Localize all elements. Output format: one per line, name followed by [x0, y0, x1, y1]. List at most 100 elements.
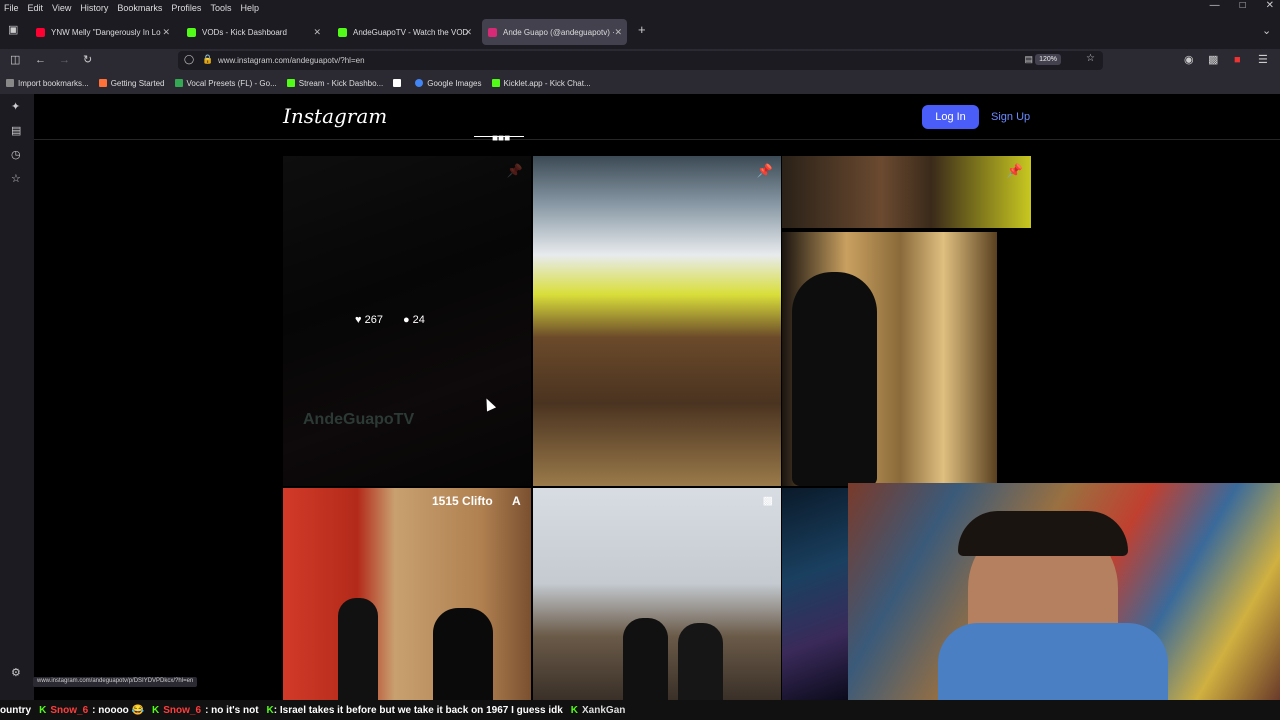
streamer-shirt — [938, 623, 1168, 700]
url-bar[interactable]: ◯ 🔒 www.instagram.com/andeguapotv/?hl=en… — [178, 51, 1103, 70]
extensions-icon[interactable]: ▩ — [1208, 54, 1218, 66]
webcam-overlay — [848, 483, 1280, 700]
menu-profiles[interactable]: Profiles — [171, 3, 201, 13]
reader-view-icon[interactable]: ▤ — [1024, 54, 1033, 65]
tab-list-chevron-icon[interactable]: ⌄ — [1262, 25, 1271, 37]
bookmark-kicklet[interactable]: Kicklet.app - Kick Chat... — [491, 79, 591, 88]
tab-ynw-melly[interactable]: YNW Melly "Dangerously In Lo ✕ — [30, 19, 175, 45]
sidebar-toggle-icon[interactable]: ◫ — [10, 54, 20, 66]
shield-icon[interactable]: ◯ — [184, 54, 194, 65]
post-tile-park[interactable]: ▩ — [533, 488, 781, 700]
url-text: www.instagram.com/andeguapotv/?hl=en — [218, 56, 365, 65]
import-icon — [6, 79, 14, 87]
reload-icon[interactable]: ↻ — [83, 54, 92, 66]
zoom-level[interactable]: 120% — [1035, 54, 1061, 65]
post-tile-hotel[interactable] — [782, 232, 997, 486]
menu-tools[interactable]: Tools — [210, 3, 231, 13]
history-clock-icon[interactable]: ◷ — [11, 148, 21, 161]
window-controls: — □ ✕ — [1210, 0, 1274, 15]
close-tab-icon[interactable]: ✕ — [162, 27, 170, 38]
minimize-icon[interactable]: — — [1210, 0, 1220, 15]
post-tile-food[interactable]: 📌 — [533, 156, 781, 486]
ai-sparkle-icon[interactable]: ✦ — [11, 100, 20, 113]
pinned-icon: 📌 — [756, 163, 773, 178]
extension-badge-icon[interactable]: ■ — [1234, 54, 1241, 66]
person-silhouette — [678, 623, 723, 700]
chat-message: : noooo 😂 — [92, 704, 145, 716]
signup-link[interactable]: Sign Up — [991, 105, 1030, 129]
status-bar-url: www.instagram.com/andeguapotv/p/DSIYDVPD… — [33, 677, 198, 687]
post-tile-club[interactable] — [782, 488, 852, 700]
google-icon — [415, 79, 424, 87]
comments: ● 24 — [402, 314, 425, 326]
reel-icon: ▩ — [762, 495, 773, 507]
lock-icon[interactable]: 🔒 — [202, 54, 213, 65]
back-icon[interactable]: ← — [35, 54, 46, 66]
pinned-icon: 📌 — [1006, 163, 1023, 178]
post-tile-street[interactable]: 1515 Clifto A — [283, 488, 531, 700]
bookmark-getting-started[interactable]: Getting Started — [98, 79, 165, 88]
new-tab-button[interactable]: + — [638, 23, 646, 36]
address-text: 1515 Clifto — [432, 494, 493, 508]
likes: ♥ 267 — [355, 314, 383, 326]
menu-edit[interactable]: Edit — [28, 3, 44, 13]
nav-bar: ◫ ← → ↻ ◯ 🔒 www.instagram.com/andeguapot… — [0, 49, 1280, 72]
bookmarks-bar: Import bookmarks... Getting Started Voca… — [0, 72, 1280, 94]
close-tab-icon[interactable]: ✕ — [464, 27, 472, 38]
bookmark-import[interactable]: Import bookmarks... — [6, 79, 89, 88]
menu-hamburger-icon[interactable]: ☰ — [1258, 54, 1268, 66]
streamer-hair — [958, 511, 1128, 556]
bookmark-stream-kick[interactable]: Stream - Kick Dashbo... — [286, 79, 383, 88]
figure-silhouette — [792, 272, 877, 486]
synced-tabs-icon[interactable]: ▤ — [11, 124, 21, 137]
tab-title: Ande Guapo (@andeguapotv) · — [503, 27, 615, 37]
kick-icon: K — [266, 704, 274, 716]
menu-file[interactable]: File — [4, 3, 19, 13]
bookmark-s[interactable] — [393, 79, 405, 87]
bookmarks-star-icon[interactable]: ☆ — [11, 172, 21, 185]
kick-icon — [187, 27, 196, 37]
menu-history[interactable]: History — [80, 3, 108, 13]
kick-icon — [338, 27, 347, 37]
youtube-icon — [36, 27, 45, 37]
browser-sidebar: ✦ ▤ ◷ ☆ ⚙ — [0, 94, 34, 700]
tab-instagram[interactable]: Ande Guapo (@andeguapotv) · ✕ — [482, 19, 627, 45]
close-window-icon[interactable]: ✕ — [1266, 0, 1274, 15]
bookmark-star-icon[interactable]: ☆ — [1086, 53, 1095, 64]
ticker-pre: ountry — [0, 704, 32, 716]
menu-bar: File Edit View History Bookmarks Profile… — [0, 0, 1280, 15]
watermark: AndeGuapoTV — [303, 411, 415, 428]
tab-andeguapotv-vod[interactable]: AndeGuapoTV - Watch the VOD ✕ — [332, 19, 477, 45]
account-icon[interactable]: ◉ — [1184, 54, 1194, 66]
kick-icon — [286, 79, 295, 87]
tab-overview-icon[interactable]: ▣ — [8, 24, 18, 36]
close-tab-icon[interactable]: ✕ — [614, 27, 622, 38]
bookmark-google-images[interactable]: Google Images — [415, 79, 482, 88]
menu-help[interactable]: Help — [240, 3, 259, 13]
login-button[interactable]: Log In — [922, 105, 979, 129]
chat-username: Snow_6 — [50, 704, 89, 716]
tab-vods-kick[interactable]: VODs - Kick Dashboard ✕ — [181, 19, 326, 45]
forward-icon[interactable]: → — [59, 54, 70, 66]
grid-icon[interactable]: ■■■ — [492, 134, 510, 144]
ig-header: Instagram ■■■ Log In Sign Up — [34, 94, 1280, 144]
tab-title: YNW Melly "Dangerously In Lo — [51, 27, 161, 37]
kick-icon: K — [570, 704, 579, 716]
chat-message: : Israel takes it before but we take it … — [273, 704, 563, 716]
sidebar-settings-gear-icon[interactable]: ⚙ — [11, 666, 21, 679]
kick-icon: K — [39, 704, 47, 716]
drive-icon — [174, 79, 183, 87]
chat-username: Snow_6 — [163, 704, 202, 716]
menu-view[interactable]: View — [52, 3, 71, 13]
maximize-icon[interactable]: □ — [1240, 0, 1246, 15]
instagram-logo[interactable]: Instagram — [283, 104, 387, 128]
chat-ticker: ountry K Snow_6 : noooo 😂 K Snow_6 : no … — [0, 700, 1280, 720]
bookmark-vocal-presets[interactable]: Vocal Presets (FL) - Go... — [174, 79, 277, 88]
person-silhouette — [433, 608, 493, 700]
kick-icon: K — [152, 704, 160, 716]
menu-bookmarks[interactable]: Bookmarks — [117, 3, 162, 13]
tab-title: AndeGuapoTV - Watch the VOD — [353, 27, 469, 37]
close-tab-icon[interactable]: ✕ — [313, 27, 321, 38]
post-tile-person[interactable]: 📌 — [782, 156, 1031, 228]
post-tile-video[interactable]: 📌 ♥ 267 ● 24 AndeGuapoTV — [283, 156, 531, 486]
